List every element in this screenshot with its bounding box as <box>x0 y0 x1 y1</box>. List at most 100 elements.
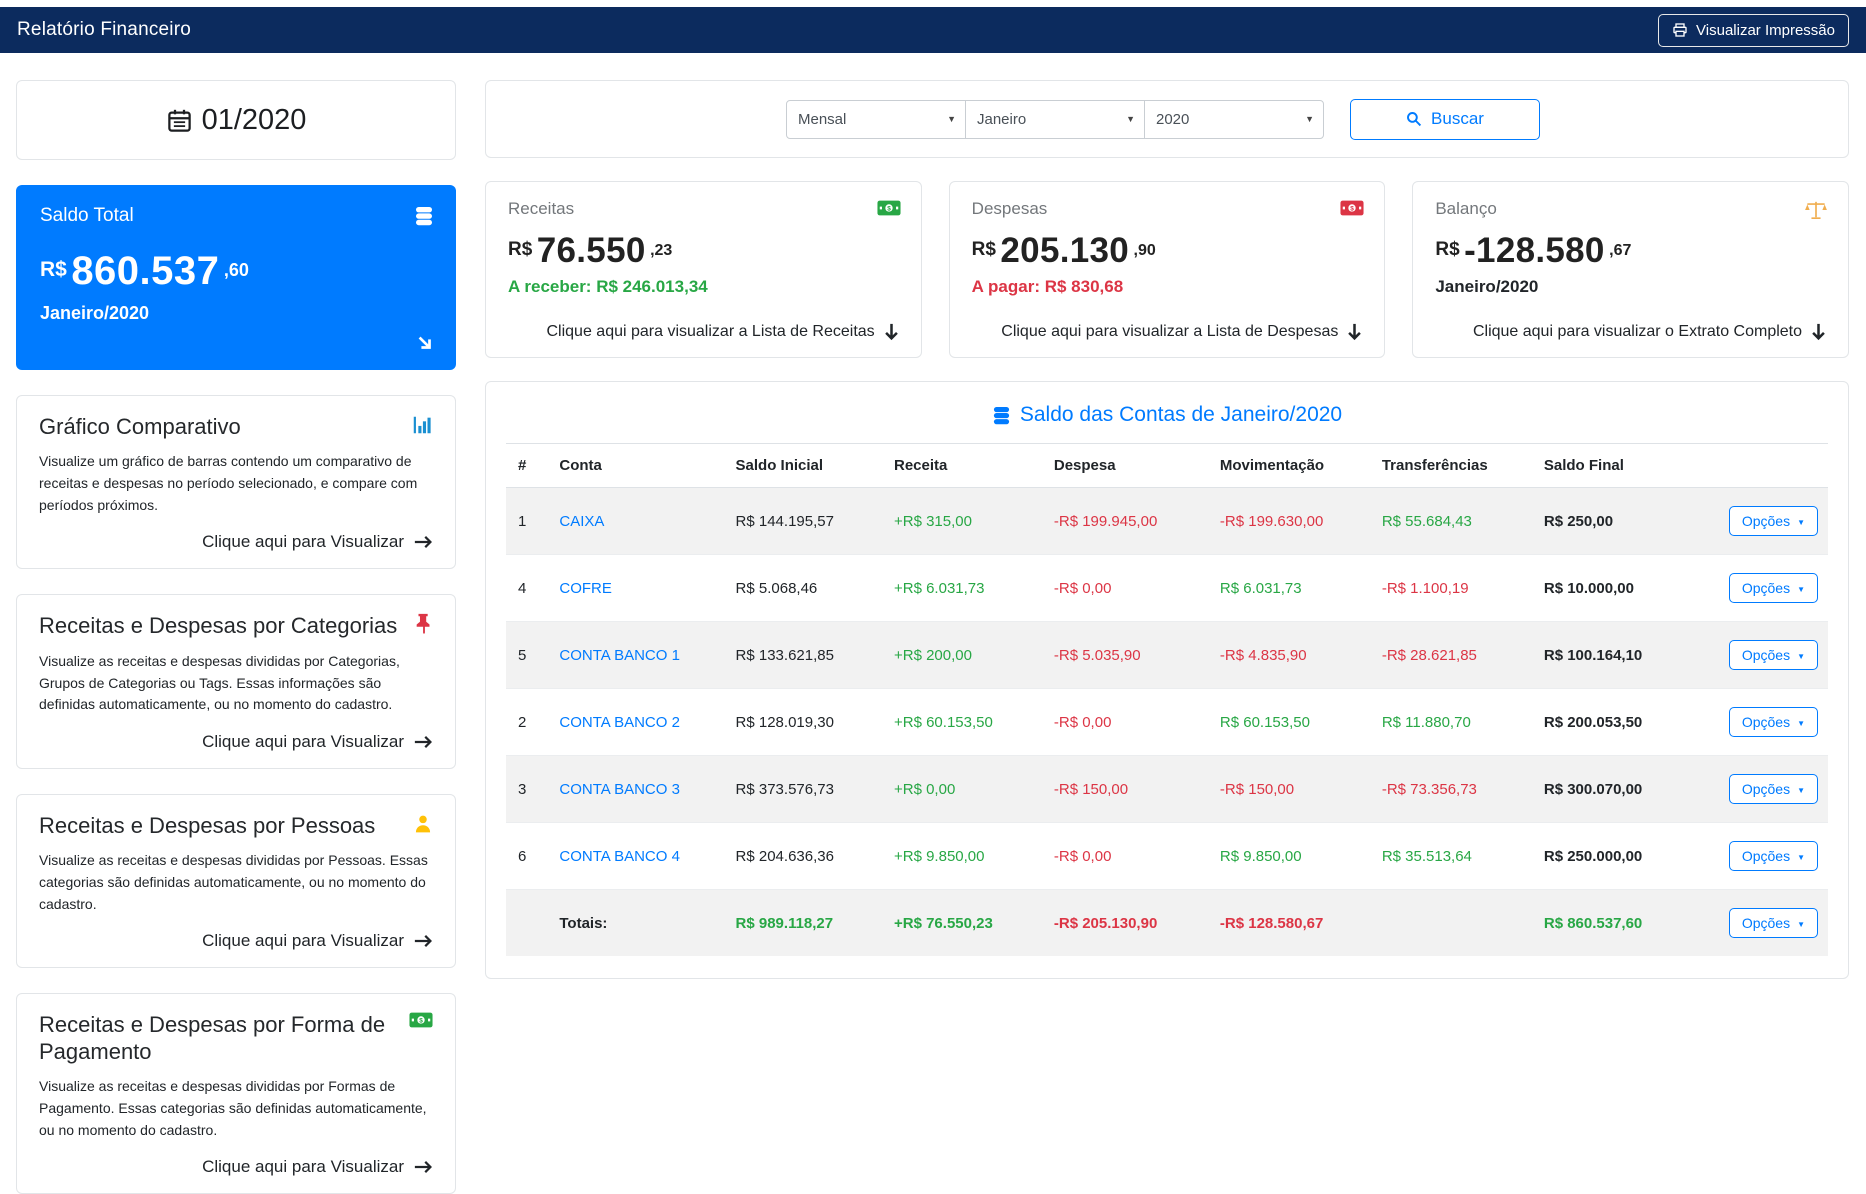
options-button[interactable]: Opções▼ <box>1729 707 1818 737</box>
totals-cell-saldo-inicial: R$ 989.118,27 <box>724 890 882 957</box>
search-button-label: Buscar <box>1431 109 1484 129</box>
cell-despesa: -R$ 150,00 <box>1042 756 1208 823</box>
report-card-link[interactable]: Clique aqui para Visualizar <box>39 532 433 552</box>
receitas-label: Receitas <box>508 199 899 219</box>
caret-down-icon: ▼ <box>1797 719 1805 728</box>
extrato-completo-link[interactable]: Clique aqui para visualizar o Extrato Co… <box>1435 323 1826 343</box>
report-card-title: Receitas e Despesas por Forma de Pagamen… <box>39 1012 399 1065</box>
money-bill-icon: $ <box>1340 200 1364 216</box>
page-body: 01/2020 Saldo Total R$ 860.537 ,60 Janei… <box>0 53 1866 1194</box>
account-link[interactable]: CONTA BANCO 3 <box>559 781 680 798</box>
options-button[interactable]: Opções▼ <box>1729 640 1818 670</box>
options-button-label: Opções <box>1742 647 1790 663</box>
column-header: Receita <box>882 444 1042 488</box>
table-row: 3CONTA BANCO 3R$ 373.576,73+R$ 0,00-R$ 1… <box>506 756 1828 823</box>
arrow-right-icon <box>414 534 433 550</box>
options-button-label: Opções <box>1742 580 1790 596</box>
report-card-link[interactable]: Clique aqui para Visualizar <box>39 931 433 951</box>
calendar-icon <box>166 107 193 134</box>
month-select[interactable]: Janeiro <box>965 100 1145 139</box>
print-preview-button[interactable]: Visualizar Impressão <box>1658 14 1849 47</box>
balanco-card: Balanço R$ -128.580 ,67 Janeiro/2020 <box>1412 181 1849 358</box>
options-button[interactable]: Opções▼ <box>1729 573 1818 603</box>
cell-receita: +R$ 60.153,50 <box>882 689 1042 756</box>
amount-integer: 76.550 <box>537 231 646 270</box>
cell-saldo-final: R$ 10.000,00 <box>1532 555 1717 622</box>
options-button[interactable]: Opções ▼ <box>1729 506 1818 536</box>
table-header-row: #ContaSaldo InicialReceitaDespesaMovimen… <box>506 444 1828 488</box>
column-header: Despesa <box>1042 444 1208 488</box>
caret-down-icon: ▼ <box>1797 786 1805 795</box>
report-card-link-label: Clique aqui para Visualizar <box>202 532 404 552</box>
cell-movimentacao: R$ 6.031,73 <box>1208 555 1370 622</box>
totals-cell-despesa: -R$ 205.130,90 <box>1042 890 1208 957</box>
extrato-completo-link-label: Clique aqui para visualizar o Extrato Co… <box>1473 323 1802 341</box>
report-card-description: Visualize as receitas e despesas dividid… <box>39 850 433 915</box>
receitas-list-link-label: Clique aqui para visualizar a Lista de R… <box>546 323 874 341</box>
amount-cents: ,67 <box>1609 242 1631 259</box>
report-card-link[interactable]: Clique aqui para Visualizar <box>39 1157 433 1177</box>
accounts-table-title-text: Saldo das Contas de Janeiro/2020 <box>1020 403 1342 427</box>
period-display-card[interactable]: 01/2020 <box>16 80 456 160</box>
row-number: 4 <box>506 555 547 622</box>
currency-symbol: R$ <box>972 239 996 260</box>
report-card-link[interactable]: Clique aqui para Visualizar <box>39 732 433 752</box>
top-gap <box>0 0 1866 7</box>
sidebar: 01/2020 Saldo Total R$ 860.537 ,60 Janei… <box>16 80 456 1194</box>
amount-cents: ,23 <box>650 242 672 259</box>
search-button[interactable]: Buscar <box>1350 99 1540 140</box>
caret-down-icon: ▼ <box>1797 920 1805 929</box>
column-header: Saldo Inicial <box>724 444 882 488</box>
database-icon <box>414 205 434 227</box>
account-link[interactable]: CONTA BANCO 1 <box>559 647 680 664</box>
cell-receita: +R$ 9.850,00 <box>882 823 1042 890</box>
cell-transferencias: R$ 35.513,64 <box>1370 823 1532 890</box>
saldo-period-label: Janeiro/2020 <box>40 303 432 324</box>
cell-saldo-final: R$ 200.053,50 <box>1532 689 1717 756</box>
report-card-pessoas: Receitas e Despesas por Pessoas Visualiz… <box>16 794 456 968</box>
options-button[interactable]: Opções▼ <box>1729 841 1818 871</box>
account-link[interactable]: CONTA BANCO 2 <box>559 714 680 731</box>
row-number: 1 <box>506 488 547 555</box>
period-type-select[interactable]: Mensal <box>786 100 966 139</box>
year-select[interactable]: 2020 <box>1144 100 1324 139</box>
account-link[interactable]: CONTA BANCO 4 <box>559 848 680 865</box>
despesas-amount: R$ 205.130 ,90 <box>972 231 1363 271</box>
despesas-card: Despesas $ R$ 205.130 ,90 A pagar: R$ 83 <box>949 181 1386 358</box>
options-button-label: Opções <box>1742 513 1790 529</box>
saldo-total-card[interactable]: Saldo Total R$ 860.537 ,60 Janeiro/2020 <box>16 185 456 370</box>
column-header: Movimentação <box>1208 444 1370 488</box>
cell-movimentacao: -R$ 199.630,00 <box>1208 488 1370 555</box>
currency-symbol: R$ <box>1435 239 1459 260</box>
amount-integer: -128.580 <box>1464 231 1605 270</box>
row-number: 2 <box>506 689 547 756</box>
person-icon <box>413 813 433 835</box>
search-icon <box>1406 111 1422 127</box>
report-card-title: Receitas e Despesas por Categorias <box>39 613 397 639</box>
filter-bar: Mensal ▼ Janeiro ▼ 2020 ▼ <box>485 80 1849 158</box>
column-header: Conta <box>547 444 723 488</box>
options-button[interactable]: Opções▼ <box>1729 774 1818 804</box>
report-card-link-label: Clique aqui para Visualizar <box>202 732 404 752</box>
totals-cell-movimentacao: -R$ 128.580,67 <box>1208 890 1370 957</box>
table-row: 6CONTA BANCO 4R$ 204.636,36+R$ 9.850,00-… <box>506 823 1828 890</box>
cell-saldo-inicial: R$ 144.195,57 <box>724 488 882 555</box>
amount-cents: ,60 <box>224 260 249 280</box>
report-card-grafico-comparativo: Gráfico Comparativo Visualize um gráfico… <box>16 395 456 569</box>
receitas-list-link[interactable]: Clique aqui para visualizar a Lista de R… <box>508 323 899 343</box>
print-preview-label: Visualizar Impressão <box>1696 22 1835 39</box>
report-card-link-label: Clique aqui para Visualizar <box>202 931 404 951</box>
currency-symbol: R$ <box>40 258 67 281</box>
options-button[interactable]: Opções ▼ <box>1729 908 1818 938</box>
account-link[interactable]: COFRE <box>559 580 612 597</box>
caret-down-icon: ▼ <box>1797 518 1805 527</box>
despesas-list-link[interactable]: Clique aqui para visualizar a Lista de D… <box>972 323 1363 343</box>
options-button-label: Opções <box>1742 848 1790 864</box>
currency-symbol: R$ <box>508 239 532 260</box>
report-card-categorias: Receitas e Despesas por Categorias Visua… <box>16 594 456 768</box>
amount-cents: ,90 <box>1134 242 1156 259</box>
account-link[interactable]: CAIXA <box>559 513 604 530</box>
cell-saldo-final: R$ 250,00 <box>1532 488 1717 555</box>
column-header: # <box>506 444 547 488</box>
options-button-label: Opções <box>1742 915 1790 931</box>
